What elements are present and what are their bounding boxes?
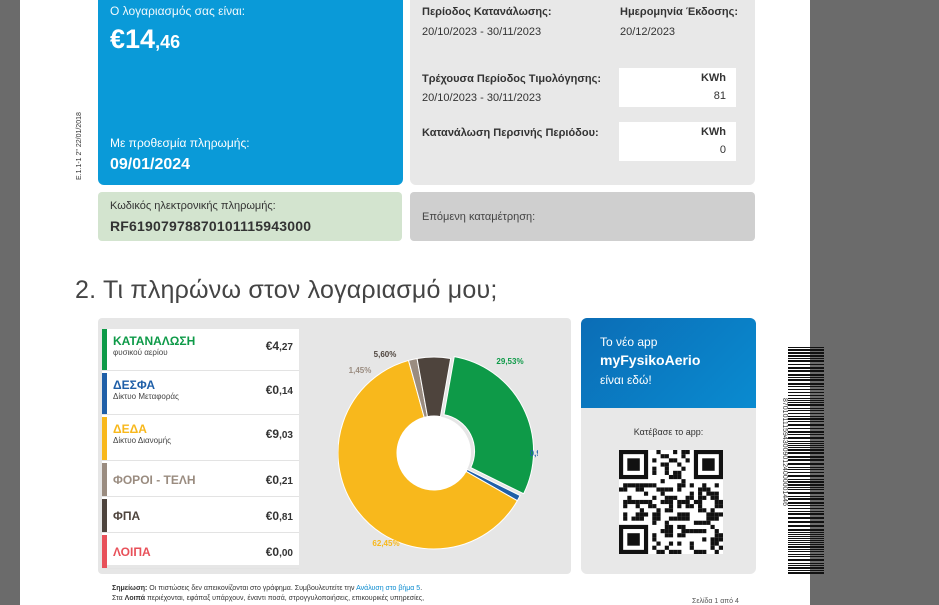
donut-label: 0,97% [530,449,538,458]
charge-value-cents: ,81 [279,512,293,523]
current-kwh-value: 81 [713,90,726,102]
charge-color-bar [102,535,107,568]
bill-amount-cents: ,46 [155,32,181,52]
app-name: myFysikoAerio [600,352,701,368]
charge-value-euro: €0 [265,509,280,523]
donut-label: 1,45% [349,366,372,375]
current-period-label: Τρέχουσα Περίοδος Τιμολόγησης: [422,73,601,85]
previous-kwh-head: KWh [700,126,726,138]
donut-label: 29,53% [496,357,523,366]
app-promo-banner: Το νέο app myFysikoAerio είναι εδώ! [581,318,756,408]
charge-value-cents: ,27 [279,342,293,353]
charge-name: ΚΑΤΑΝΑΛΩΣΗ [113,334,196,348]
section-title: 2. Τι πληρώνω στον λογαριασμό μου; [75,276,498,304]
charges-list: ΚΑΤΑΝΑΛΩΣΗ φυσικού αερίου €4,27 ΔΕΣΦΑ Δίκτυο… [102,329,299,569]
barcode-number: 8701011159430090124000001446 [781,398,788,506]
consumption-info-card: Περίοδος Κατανάλωσης: 20/10/2023 - 30/11… [410,0,755,185]
charge-item: ΦΠΑ €0,81 [102,499,299,533]
charge-color-bar [102,417,107,460]
page-number: Σελίδα 1 από 4 [692,598,739,605]
app-download-label: Κατέβασε το app: [633,427,704,437]
charge-item: ΔΕΣΦΑ Δίκτυο Μεταφοράς €0,14 [102,373,299,415]
charge-value-euro: €0 [265,473,280,487]
donut-label: 62,45% [372,539,399,548]
charge-item: ΦΟΡΟΙ - ΤΕΛΗ €0,21 [102,463,299,497]
charge-color-bar [102,463,107,496]
due-date-label: Με προθεσμία πληρωμής: [110,136,250,150]
bill-amount-main: €14 [110,24,156,54]
charge-value: €4,27 [266,339,293,353]
analysis-link[interactable]: Ανάλυση στο βήμα 5 [356,585,420,592]
footnote-label: Σημείωση: [112,585,148,592]
current-kwh-head: KWh [700,72,726,84]
charge-name: ΛΟΙΠΑ [113,545,151,559]
current-kwh-box: KWh 81 [619,68,736,107]
charge-subtitle: Δίκτυο Μεταφοράς [113,392,179,401]
charge-color-bar [102,329,107,370]
barcode-icon [788,347,824,574]
footnote-text1-end: . [420,585,423,592]
footnote: Σημείωση: Οι πιστώσεις δεν απεικονίζοντα… [112,584,424,604]
charge-name: ΦΟΡΟΙ - ΤΕΛΗ [113,473,196,487]
app-promo-card: Το νέο app myFysikoAerio είναι εδώ! Κατέ… [581,318,756,574]
footnote-text2-pre: Στα [112,595,125,602]
charge-item: ΔΕΔΑ Δίκτυο Διανομής €9,03 [102,417,299,461]
payment-code-card: Κωδικός ηλεκτρονικής πληρωμής: RF6190797… [98,192,402,241]
charge-value-euro: €4 [265,339,280,353]
next-reading-label: Επόμενη καταμέτρηση: [422,211,536,223]
qr-code-icon[interactable] [619,450,723,554]
payment-code[interactable]: RF61907978870101115943000 [110,218,311,234]
current-period-value: 20/10/2023 - 30/11/2023 [422,92,542,104]
bill-amount-label: Ο λογαριασμός σας είναι: [110,4,246,18]
charge-value: €0,81 [266,509,293,523]
footnote-text1: Οι πιστώσεις δεν απεικονίζονται στο γράφ… [147,585,357,592]
charge-name: ΔΕΣΦΑ [113,378,156,392]
charge-subtitle: φυσικού αερίου [113,348,168,357]
charge-value-euro: €0 [265,383,280,397]
footnote-line2: Στα Λοιπά περιέχονται, εφάπαξ υπάρχουν, … [112,594,424,604]
charge-value-cents: ,14 [279,386,293,397]
form-code: E.1.1-1 2" 22/01/2018 [76,112,83,180]
previous-period-label: Κατανάλωση Περσινής Περιόδου: [422,127,599,139]
previous-kwh-value: 0 [719,144,726,156]
footnote-bold: Λοιπά [124,595,146,602]
charge-item: ΛΟΙΠΑ €0,00 [102,535,299,569]
charge-value-cents: ,03 [279,430,293,441]
charge-value: €9,03 [266,427,293,441]
bill-amount: €14,46 [110,24,180,55]
previous-kwh-box: KWh 0 [619,122,736,161]
issue-date-value: 20/12/2023 [620,26,676,38]
charges-donut-chart: 29,53% 0,97% 62,45% 1,45%5,60% [338,350,538,550]
footnote-text2: περιέχονται, εφάπαξ υπάρχουν, έναντι ποσ… [145,595,425,602]
charge-color-bar [102,499,107,532]
charge-value-euro: €0 [265,545,280,559]
charge-value: €0,00 [266,545,293,559]
donut-label: 5,60% [374,350,397,359]
payment-code-label: Κωδικός ηλεκτρονικής πληρωμής: [110,200,276,212]
period-value: 20/10/2023 - 30/11/2023 [422,26,542,38]
charge-value: €0,14 [266,383,293,397]
app-promo-line3: είναι εδώ! [600,373,652,387]
charge-value: €0,21 [266,473,293,487]
bill-page: E.1.1-1 2" 22/01/2018 Ο λογαριασμός σας … [20,0,824,605]
donut-hole [397,416,471,490]
bill-amount-card: Ο λογαριασμός σας είναι: €14,46 Με προθε… [98,0,403,185]
charge-value-cents: ,21 [279,476,293,487]
charges-breakdown-panel: ΚΑΤΑΝΑΛΩΣΗ φυσικού αερίου €4,27 ΔΕΣΦΑ Δίκτυο… [98,318,571,574]
footnote-line1: Σημείωση: Οι πιστώσεις δεν απεικονίζοντα… [112,584,424,594]
due-date: 09/01/2024 [110,156,191,173]
charge-subtitle: Δίκτυο Διανομής [113,436,171,445]
charge-item: ΚΑΤΑΝΑΛΩΣΗ φυσικού αερίου €4,27 [102,329,299,371]
period-label: Περίοδος Κατανάλωσης: [422,6,552,18]
charge-name: ΔΕΔΑ [113,422,147,436]
charge-name: ΦΠΑ [113,509,141,523]
charge-value-euro: €9 [265,427,280,441]
app-promo-line1: Το νέο app [600,335,658,349]
charge-value-cents: ,00 [279,548,293,559]
charge-color-bar [102,373,107,414]
issue-date-label: Ημερομηνία Έκδοσης: [620,6,739,18]
next-reading-card: Επόμενη καταμέτρηση: [410,192,755,241]
